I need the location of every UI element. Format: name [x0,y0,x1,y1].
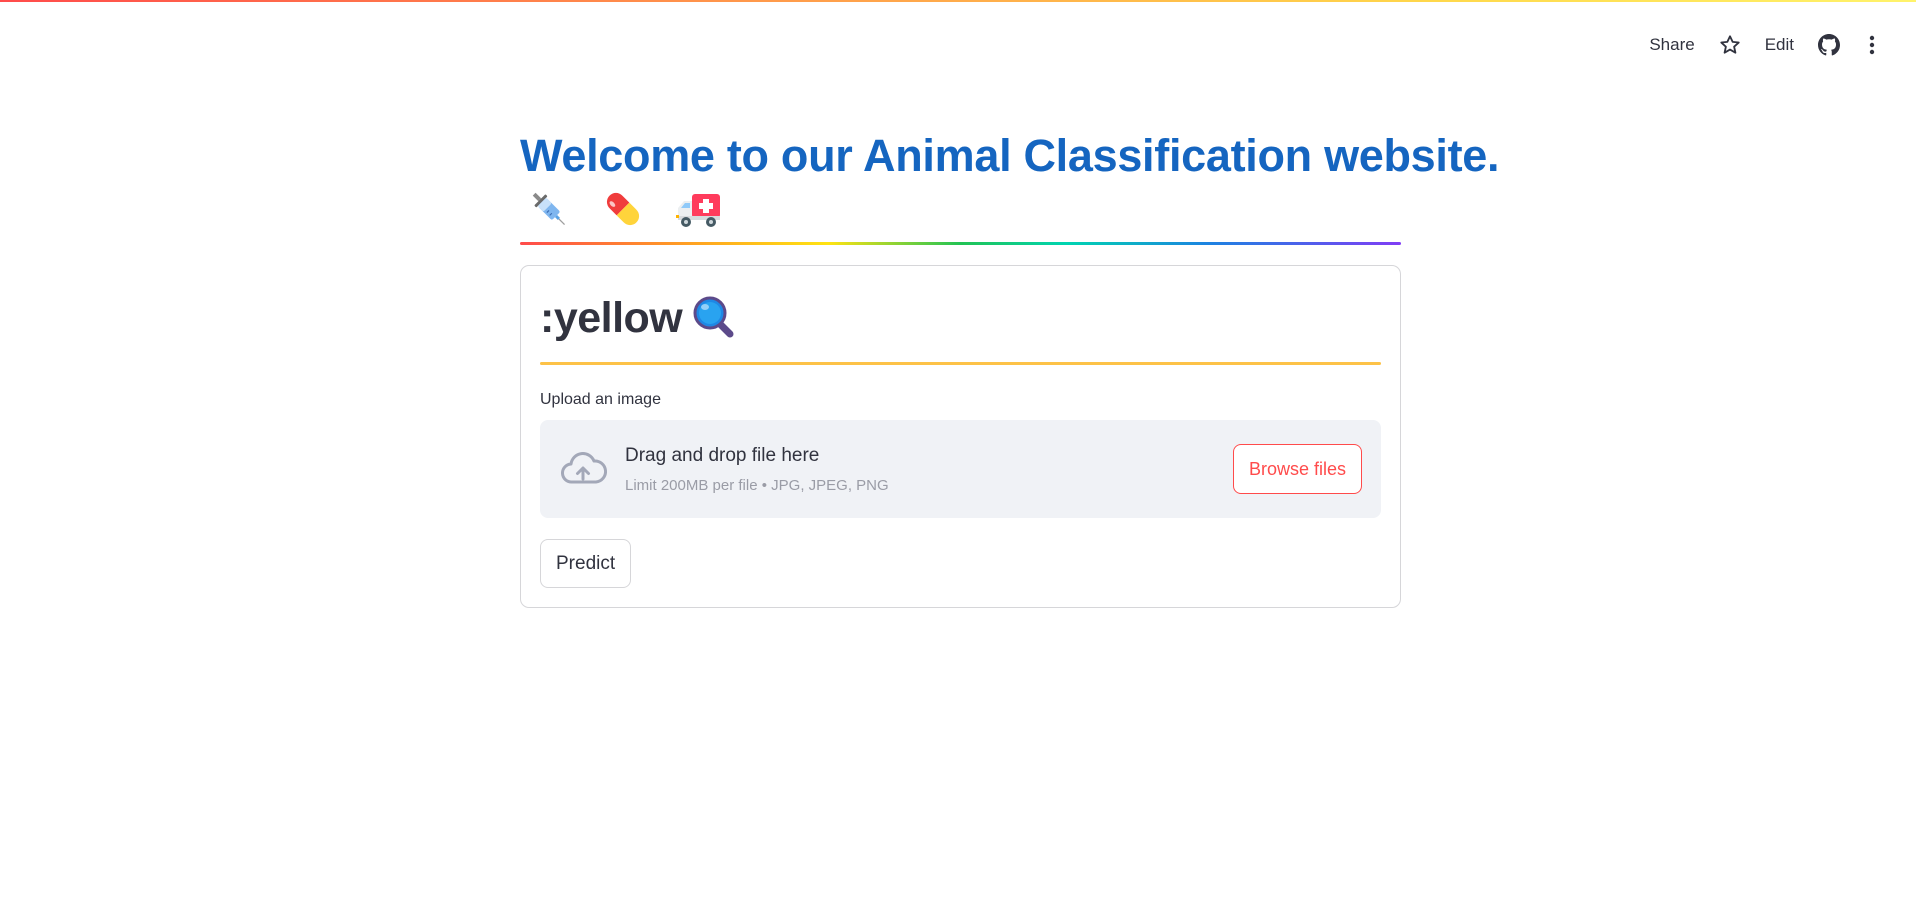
main-menu-button[interactable] [1852,30,1892,60]
top-decoration-bar [0,0,1916,2]
upload-label: Upload an image [540,391,661,408]
pill-icon [606,192,640,226]
form-subheader: :yellow [540,286,1381,350]
app-toolbar: Share Edit [1637,30,1892,60]
main-content: Welcome to our Animal Classification web… [520,130,1500,608]
classification-form: :yellow Upload an image Drag and drop fi… [520,265,1401,608]
magnifying-glass-icon [693,296,734,338]
dropzone-instructions: Drag and drop file here [625,444,820,466]
file-dropzone[interactable]: Drag and drop file here Limit 200MB per … [540,420,1381,518]
more-vertical-icon [1869,35,1875,55]
page-title: Welcome to our Animal Classification web… [520,130,1500,181]
edit-button[interactable]: Edit [1753,30,1806,60]
rainbow-divider [520,242,1401,245]
yellow-divider [540,362,1381,365]
cloud-upload-icon [561,452,607,484]
title-emoji-row [520,184,1401,234]
favorite-button[interactable] [1707,30,1753,60]
github-button[interactable] [1806,30,1852,60]
star-icon [1720,35,1740,54]
share-button[interactable]: Share [1637,30,1706,60]
dropzone-limit-text: Limit 200MB per file • JPG, JPEG, PNG [625,476,889,494]
github-icon [1818,34,1840,56]
share-label: Share [1649,35,1695,54]
dropzone-text: Drag and drop file here Limit 200MB per … [625,445,1233,494]
edit-label: Edit [1764,35,1794,54]
subheader-text: :yellow [540,293,683,342]
predict-button[interactable]: Predict [540,539,632,588]
browse-files-button[interactable]: Browse files [1232,444,1362,494]
ambulance-icon [676,194,720,227]
syringe-icon [532,192,566,226]
